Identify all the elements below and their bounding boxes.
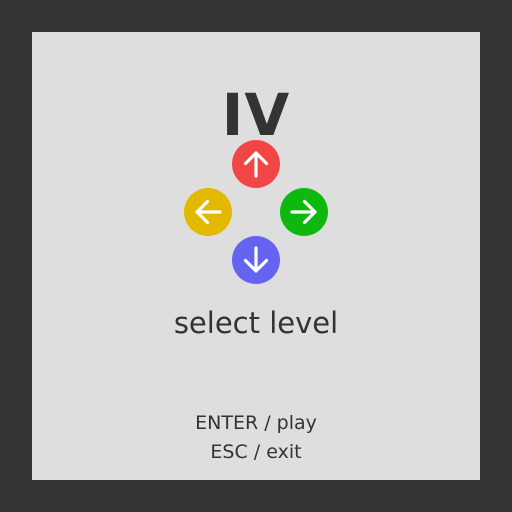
- game-screen: IV select level ENTER / play ESC / exit: [0, 0, 512, 512]
- arrow-up-icon: [243, 151, 269, 178]
- arrow-down-icon: [243, 246, 269, 273]
- arrow-right-icon: [290, 199, 317, 225]
- play-hint: ENTER / play: [195, 412, 317, 434]
- left-arrow-button[interactable]: [184, 188, 232, 236]
- exit-hint: ESC / exit: [210, 441, 302, 463]
- level-numeral: IV: [221, 81, 291, 149]
- down-arrow-button[interactable]: [232, 236, 280, 284]
- arrow-left-icon: [195, 199, 222, 225]
- level-select-panel: IV select level ENTER / play ESC / exit: [32, 32, 480, 480]
- right-arrow-button[interactable]: [280, 188, 328, 236]
- up-arrow-button[interactable]: [232, 140, 280, 188]
- select-level-label: select level: [173, 306, 339, 340]
